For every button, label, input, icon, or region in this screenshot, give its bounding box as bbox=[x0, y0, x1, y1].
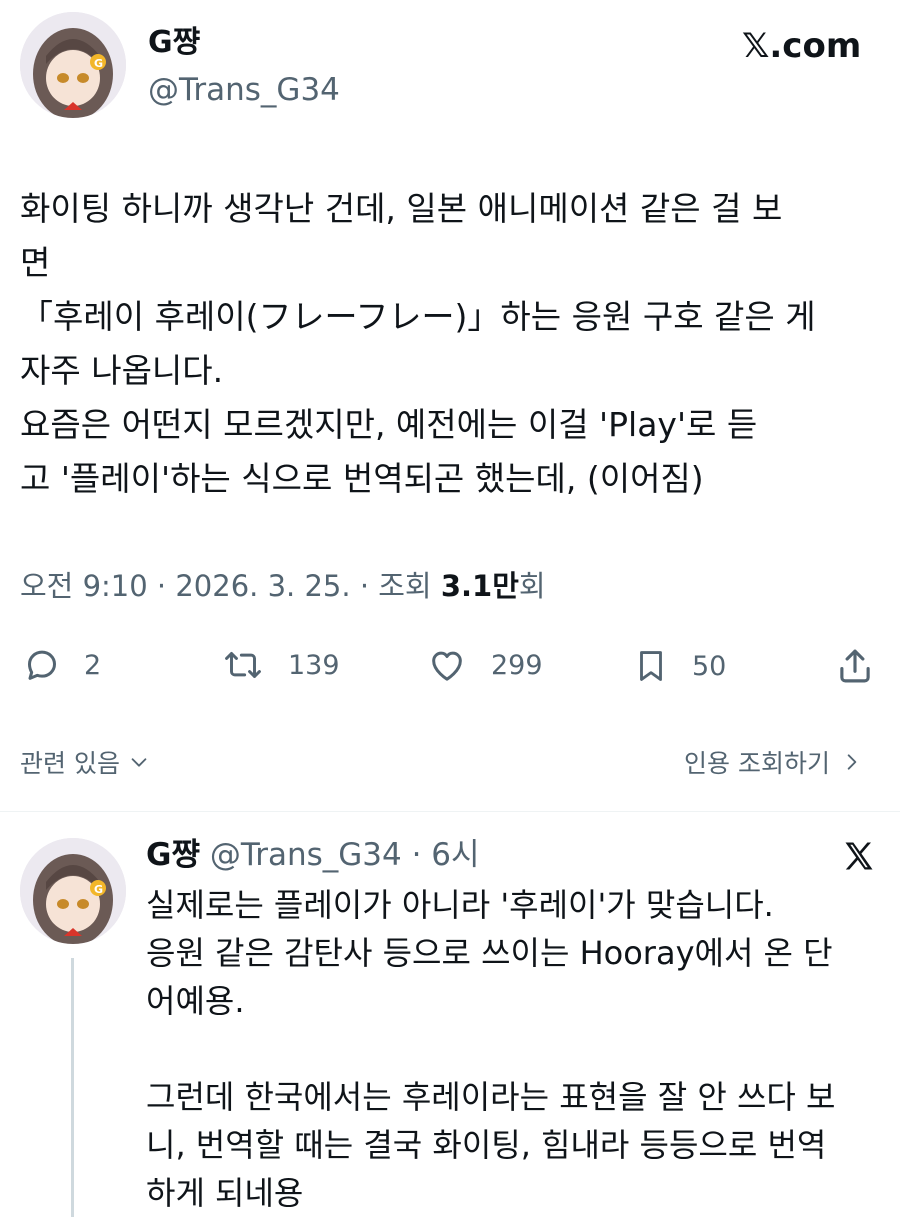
view-count: 3.1만 bbox=[440, 569, 519, 603]
author-avatar[interactable]: G bbox=[20, 12, 126, 118]
reply-action[interactable]: 2 bbox=[22, 645, 101, 685]
bookmark-icon bbox=[640, 651, 662, 681]
reply-author-name[interactable]: G쨩 bbox=[146, 837, 200, 873]
svg-text:G: G bbox=[94, 57, 103, 70]
heart-icon bbox=[432, 651, 462, 681]
x-com-logo: 𝕏.com bbox=[742, 26, 862, 66]
author-handle[interactable]: @Trans_G34 bbox=[148, 70, 340, 110]
reply-icon bbox=[28, 650, 56, 680]
reply-time[interactable]: · 6시 bbox=[412, 837, 480, 873]
reply-author-handle[interactable]: @Trans_G34 bbox=[210, 837, 402, 873]
tweet-timestamp[interactable]: 오전 9:10 · 2026. 3. 25. · 조회 bbox=[20, 569, 441, 603]
chevron-down-icon bbox=[131, 758, 147, 767]
quotes-label: 인용 조회하기 bbox=[684, 749, 830, 778]
avatar-image: G bbox=[20, 12, 126, 118]
reply-avatar[interactable]: G bbox=[20, 838, 126, 944]
related-label: 관련 있음 bbox=[20, 749, 120, 778]
thread-line bbox=[71, 958, 74, 1217]
like-action[interactable]: 299 bbox=[425, 645, 543, 685]
like-count: 299 bbox=[491, 649, 543, 681]
retweet-icon bbox=[225, 652, 261, 678]
reply-text: 실제로는 플레이가 아니라 '후레이'가 맞습니다. 응원 같은 감탄사 등으로… bbox=[146, 886, 836, 1212]
bookmark-action[interactable]: 50 bbox=[632, 645, 726, 687]
share-action[interactable] bbox=[834, 645, 876, 687]
retweet-action[interactable]: 139 bbox=[220, 645, 340, 685]
avatar-image: G bbox=[20, 838, 126, 944]
tweet-text: 화이팅 하니까 생각난 건데, 일본 애니메이션 같은 걸 보 면 「후레이 후… bbox=[20, 189, 816, 498]
share-icon bbox=[840, 649, 870, 683]
tweet-meta: 오전 9:10 · 2026. 3. 25. · 조회 3.1만회 bbox=[20, 566, 546, 606]
chevron-right-icon bbox=[847, 754, 857, 770]
retweet-count: 139 bbox=[288, 649, 340, 681]
related-toggle[interactable]: 관련 있음 bbox=[20, 744, 150, 780]
reply-header: G쨩 @Trans_G34 · 6시 bbox=[146, 835, 480, 875]
reply-count: 2 bbox=[84, 649, 102, 681]
x-logo-icon bbox=[840, 838, 878, 874]
svg-text:G: G bbox=[94, 883, 103, 896]
section-divider bbox=[0, 811, 900, 812]
view-suffix: 회 bbox=[518, 569, 546, 603]
bookmark-count: 50 bbox=[692, 650, 727, 682]
view-quotes-link[interactable]: 인용 조회하기 bbox=[684, 744, 862, 780]
author-name[interactable]: G쨩 bbox=[148, 24, 200, 62]
